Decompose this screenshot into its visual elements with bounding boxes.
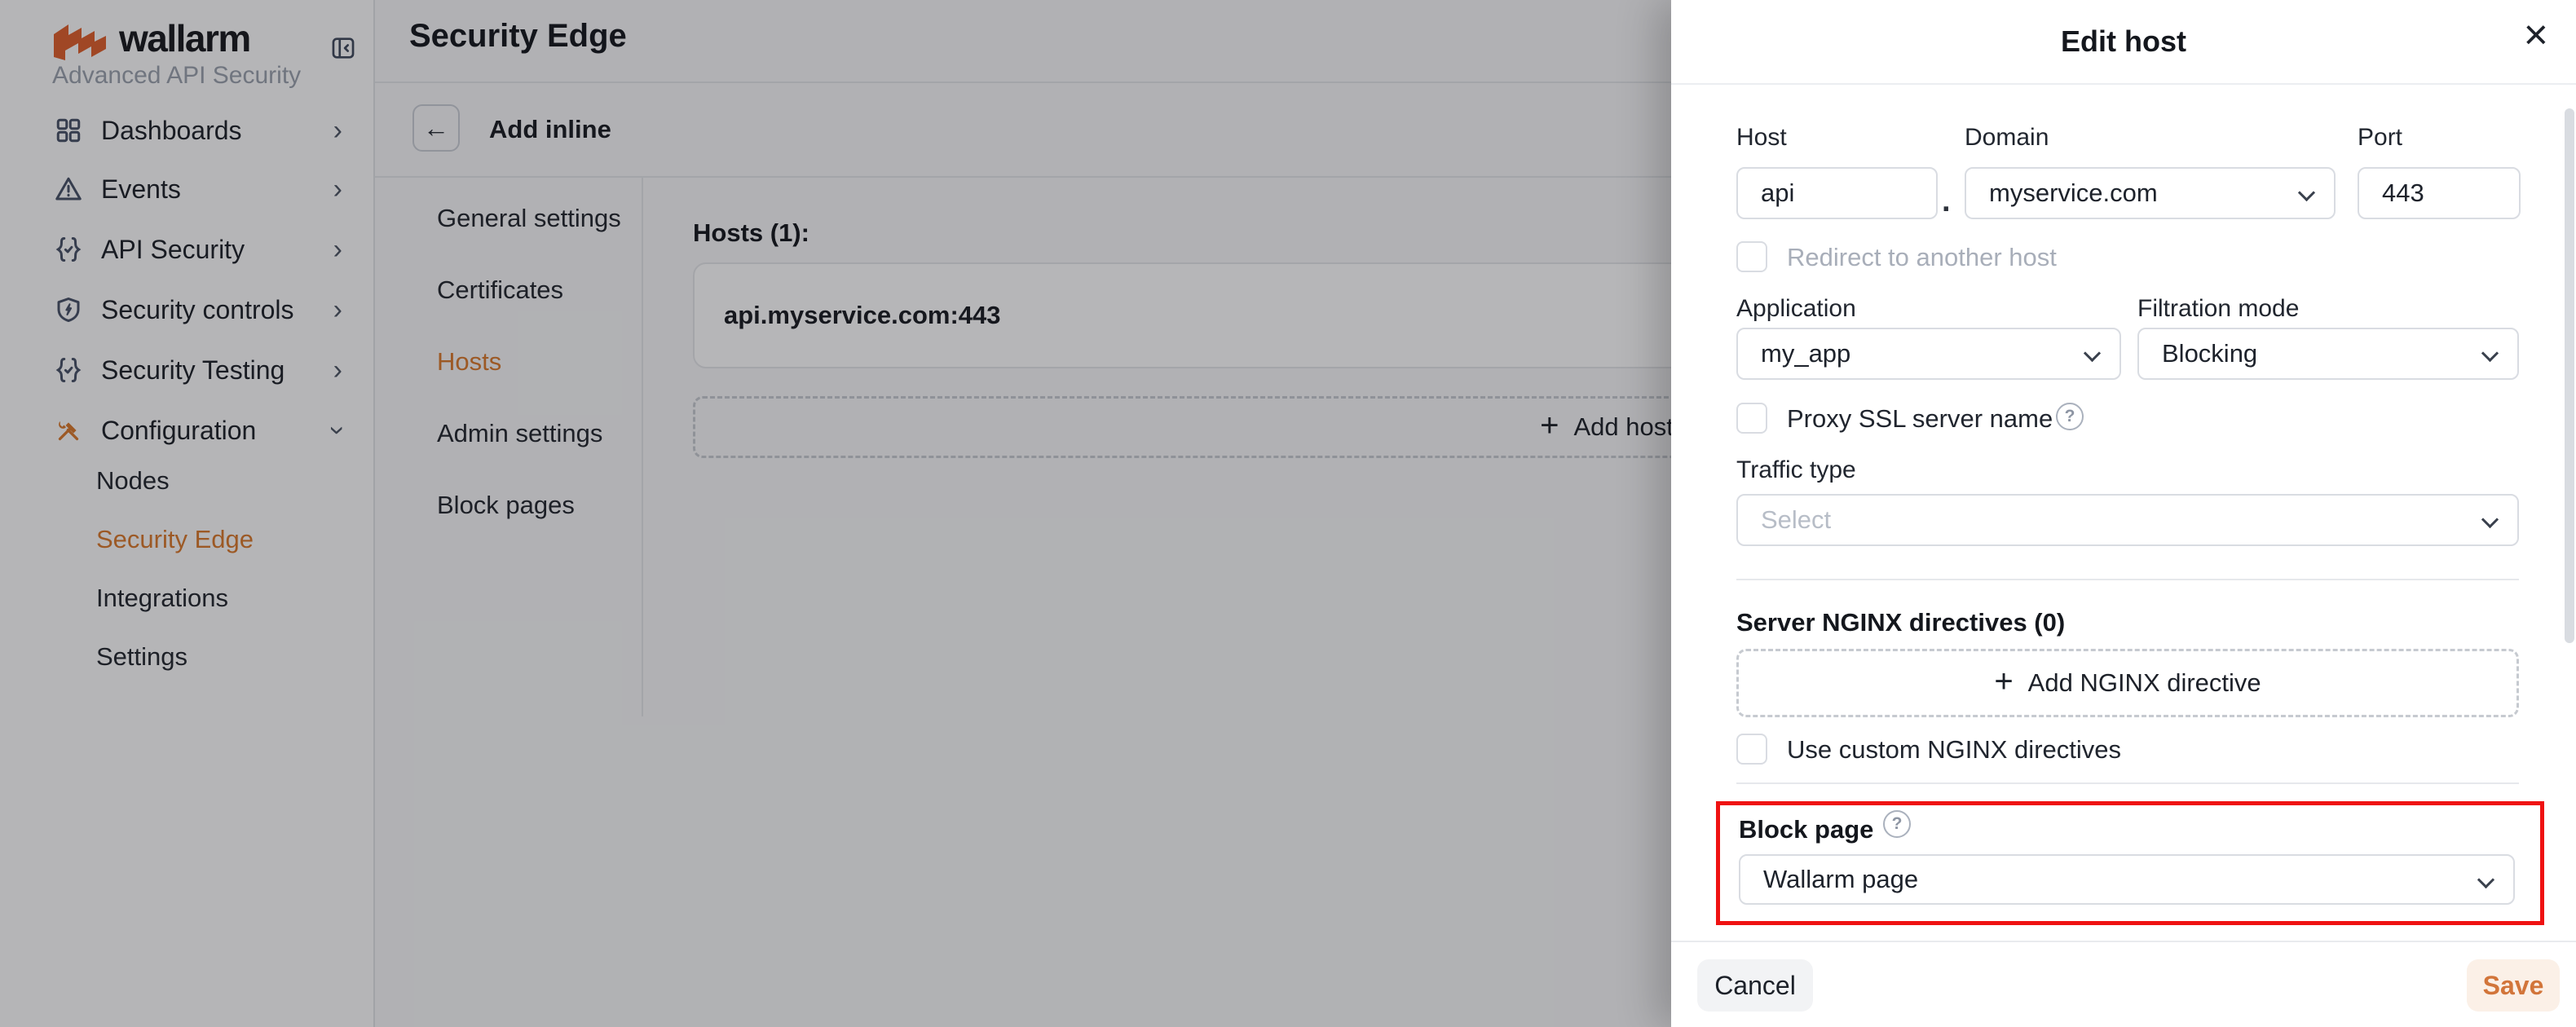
filtration-mode-select-value: Blocking: [2162, 339, 2257, 368]
port-input-value: 443: [2382, 179, 2424, 208]
proxy-ssl-checkbox-label: Proxy SSL server name: [1787, 404, 2053, 434]
help-glyph: ?: [1892, 814, 1903, 834]
cancel-button[interactable]: Cancel: [1697, 959, 1813, 1012]
chevron-down-icon: [2298, 184, 2315, 201]
traffic-type-placeholder: Select: [1761, 505, 1831, 535]
port-input[interactable]: 443: [2358, 167, 2521, 219]
application-select[interactable]: my_app: [1736, 328, 2121, 380]
custom-nginx-checkbox[interactable]: [1736, 734, 1767, 765]
chevron-down-icon: [2481, 511, 2499, 528]
close-icon[interactable]: ×: [2524, 10, 2548, 60]
host-input[interactable]: api: [1736, 167, 1938, 219]
custom-nginx-checkbox-label: Use custom NGINX directives: [1787, 735, 2121, 765]
chevron-down-icon: [2477, 871, 2494, 888]
drawer-footer-divider: [1671, 941, 2576, 942]
add-nginx-directive-button[interactable]: + Add NGINX directive: [1736, 649, 2519, 717]
domain-field-label: Domain: [1965, 124, 2049, 152]
block-page-select-value: Wallarm page: [1763, 865, 1918, 894]
help-icon[interactable]: ?: [2056, 403, 2084, 430]
domain-select[interactable]: myservice.com: [1965, 167, 2336, 219]
plus-icon: +: [1994, 665, 2013, 698]
help-glyph: ?: [2065, 407, 2075, 426]
nginx-directives-heading: Server NGINX directives (0): [1736, 608, 2065, 637]
host-input-value: api: [1761, 179, 1794, 208]
cancel-button-label: Cancel: [1714, 971, 1796, 1001]
drawer-header-divider: [1671, 83, 2576, 85]
drawer-scrollbar[interactable]: [2565, 108, 2574, 643]
redirect-checkbox-label: Redirect to another host: [1787, 243, 2057, 272]
filtration-mode-select[interactable]: Blocking: [2137, 328, 2519, 380]
drawer-title: Edit host: [1671, 24, 2576, 59]
host-domain-separator: .: [1942, 184, 1951, 219]
block-page-label: Block page: [1739, 815, 1873, 844]
redirect-checkbox[interactable]: [1736, 241, 1767, 272]
chevron-down-icon: [2084, 345, 2101, 362]
edit-host-drawer: Edit host × Host Domain Port api . myser…: [1671, 0, 2576, 1027]
save-button-label: Save: [2483, 971, 2544, 1001]
port-field-label: Port: [2358, 124, 2402, 152]
application-label: Application: [1736, 295, 1856, 323]
proxy-ssl-checkbox[interactable]: [1736, 403, 1767, 434]
save-button[interactable]: Save: [2467, 959, 2560, 1012]
host-field-label: Host: [1736, 124, 1787, 152]
section-divider: [1736, 782, 2519, 784]
app-root: wallarm Advanced API Security Dashboards…: [0, 0, 2576, 1027]
section-divider: [1736, 579, 2519, 580]
filtration-mode-label: Filtration mode: [2137, 295, 2299, 323]
traffic-type-label: Traffic type: [1736, 456, 1856, 484]
chevron-down-icon: [2481, 345, 2499, 362]
traffic-type-select[interactable]: Select: [1736, 494, 2519, 546]
application-select-value: my_app: [1761, 339, 1850, 368]
block-page-select[interactable]: Wallarm page: [1739, 854, 2515, 905]
help-icon[interactable]: ?: [1883, 810, 1911, 838]
add-nginx-directive-label: Add NGINX directive: [2028, 668, 2261, 698]
domain-select-value: myservice.com: [1989, 179, 2158, 208]
